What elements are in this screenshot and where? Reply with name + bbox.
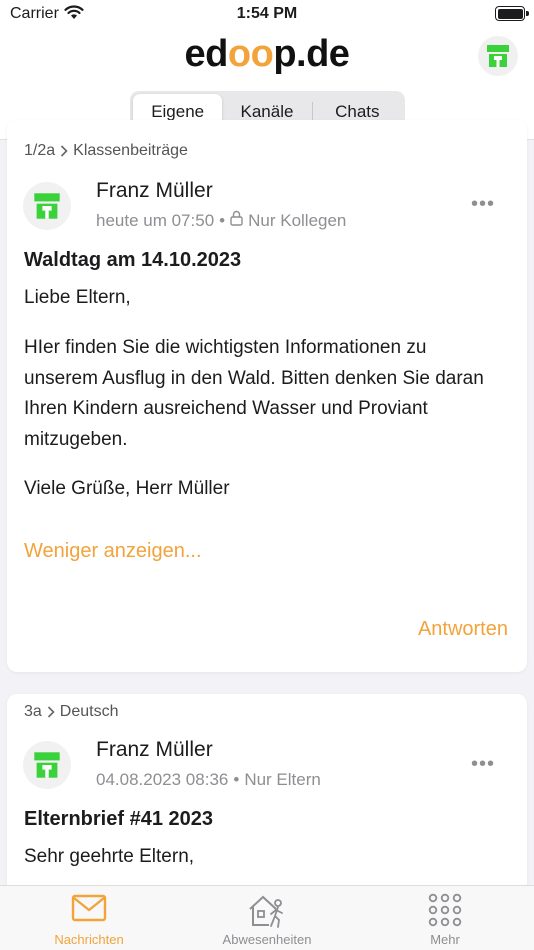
- post-title: Elternbrief #41 2023: [24, 808, 213, 830]
- status-bar: Carrier 1:54 PM: [0, 0, 534, 30]
- tab-mehr[interactable]: Mehr: [356, 886, 534, 950]
- post-title: Waldtag am 14.10.2023: [24, 249, 242, 271]
- breadcrumb[interactable]: 1/2a Klassenbeiträge: [24, 142, 188, 160]
- tab-bar: Nachrichten Abwesenheiten Mehr: [0, 885, 534, 950]
- lock-icon: [230, 210, 243, 231]
- chevron-right-icon: [47, 706, 55, 718]
- post-meta: heute um 07:50 • Nur Kollegen: [96, 210, 346, 231]
- breadcrumb-channel: Deutsch: [59, 703, 119, 720]
- school-avatar-icon: [34, 193, 60, 219]
- more-options-button[interactable]: •••: [471, 193, 495, 216]
- post-card[interactable]: 3a Deutsch Franz Müller 04.08.2023 08:36…: [7, 694, 527, 914]
- meta-separator: •: [219, 210, 226, 230]
- profile-avatar-button[interactable]: [478, 36, 518, 76]
- breadcrumb-class: 3a: [24, 703, 42, 720]
- post-greeting: Liebe Eltern,: [24, 287, 131, 308]
- tab-abwesenheiten[interactable]: Abwesenheiten: [178, 886, 356, 950]
- battery-icon: [495, 6, 529, 21]
- absence-icon: [178, 893, 356, 929]
- mail-icon: [0, 893, 178, 923]
- post-body: HIer finden Sie die wichtigsten Informat…: [24, 337, 484, 450]
- author-avatar: [23, 182, 71, 230]
- post-card[interactable]: 1/2a Klassenbeiträge Franz Müller heute …: [7, 120, 527, 672]
- status-time: 1:54 PM: [236, 5, 298, 22]
- tab-label: Nachrichten: [54, 932, 124, 947]
- post-visibility: Nur Eltern: [244, 770, 321, 789]
- post-signoff: Viele Grüße, Herr Müller: [24, 478, 230, 499]
- author-avatar: [23, 741, 71, 789]
- post-time: heute um 07:50: [96, 210, 215, 230]
- reply-button[interactable]: Antworten: [418, 618, 508, 641]
- author-name[interactable]: Franz Müller: [96, 738, 213, 762]
- post-meta: 04.08.2023 08:36 • Nur Eltern: [96, 770, 321, 790]
- edoop-logo: edoop.de: [184, 33, 350, 75]
- more-options-button[interactable]: •••: [471, 753, 495, 776]
- breadcrumb-class: 1/2a: [24, 142, 56, 159]
- tab-label: Abwesenheiten: [222, 932, 312, 947]
- author-name[interactable]: Franz Müller: [96, 179, 213, 203]
- show-less-link[interactable]: Weniger anzeigen...: [24, 540, 202, 563]
- school-avatar-icon: [487, 45, 509, 67]
- grid-icon: [356, 893, 534, 927]
- post-time: 04.08.2023 08:36: [96, 770, 229, 789]
- meta-separator: •: [233, 770, 240, 789]
- breadcrumb[interactable]: 3a Deutsch: [24, 703, 119, 721]
- post-visibility: Nur Kollegen: [248, 210, 347, 230]
- post-greeting: Sehr geehrte Eltern,: [24, 846, 195, 867]
- school-avatar-icon: [34, 752, 60, 778]
- tab-label: Mehr: [430, 932, 460, 947]
- tab-nachrichten[interactable]: Nachrichten: [0, 886, 178, 950]
- chevron-right-icon: [60, 145, 68, 157]
- breadcrumb-channel: Klassenbeiträge: [73, 142, 188, 159]
